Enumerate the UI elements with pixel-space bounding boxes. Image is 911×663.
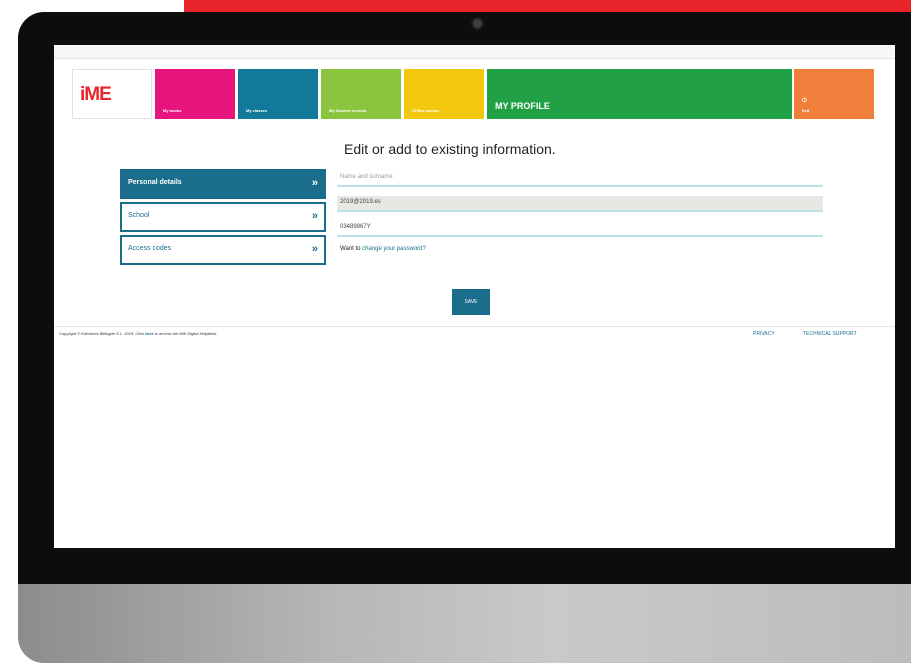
tile-label: My Student records [329,108,367,113]
chevron-right-icon: » [311,243,318,255]
page-heading: Edit or add to existing information. [344,141,556,157]
code-value: 03489867Y [340,224,371,230]
helpdesk-link[interactable]: here [145,331,153,336]
email-value: 2019@2019.es [340,199,381,205]
brand-red-strip [184,0,911,12]
tile-offline-access[interactable]: Offline access [404,69,484,119]
chevron-right-icon: » [311,177,318,189]
copyright-pre: Copyright © Ediciones Billingüe S.L. 201… [59,331,146,336]
camera-icon [473,19,482,28]
logo-tile[interactable]: iME [72,69,152,119]
privacy-link[interactable]: PRIVACY [753,331,775,337]
menu-item-label: Personal details [128,179,182,186]
screen: iME My books My classes My Student recor… [54,45,895,548]
profile-label: MY PROFILE [495,101,550,111]
menu-item-school[interactable]: School » [120,202,326,232]
monitor-chin [18,584,911,663]
exit-label: Exit [802,108,810,113]
code-field[interactable]: 03489867Y [337,221,823,237]
nav-tiles: iME My books My classes My Student recor… [72,69,874,119]
tile-label: My classes [246,108,268,113]
tile-my-profile[interactable]: MY PROFILE [487,69,792,119]
technical-support-link[interactable]: TECHNICAL SUPPORT [803,331,857,337]
chevron-right-icon: » [311,210,318,222]
copyright-text: Copyright © Ediciones Billingüe S.L. 201… [59,331,217,336]
name-placeholder: Name and surname [340,174,393,180]
menu-item-personal-details[interactable]: Personal details » [120,169,326,199]
save-button[interactable]: SAVE [452,289,490,315]
menu-item-access-codes[interactable]: Access codes » [120,235,326,265]
tile-label: Offline access [412,108,440,113]
copyright-post: to access the iME Digital Helpdesk. [153,331,218,336]
footer-divider [54,326,895,327]
email-field: 2019@2019.es [337,196,823,212]
browser-topbar [54,45,895,59]
tile-my-classes[interactable]: My classes [238,69,318,119]
name-surname-input[interactable]: Name and surname [337,171,823,187]
tile-my-books[interactable]: My books [155,69,235,119]
change-password-link[interactable]: change your password? [362,246,426,252]
power-icon: ⏻ [802,98,807,104]
password-prompt-text: Want to [340,246,361,252]
tile-label: My books [163,108,182,113]
menu-item-label: School [128,212,150,219]
tile-student-records[interactable]: My Student records [321,69,401,119]
logo: iME [80,84,112,105]
profile-menu: Personal details » School » Access codes… [120,169,326,268]
password-prompt: Want to change your password? [340,246,426,252]
tile-exit[interactable]: ⏻ Exit [794,69,874,119]
menu-item-label: Access codes [128,245,172,252]
